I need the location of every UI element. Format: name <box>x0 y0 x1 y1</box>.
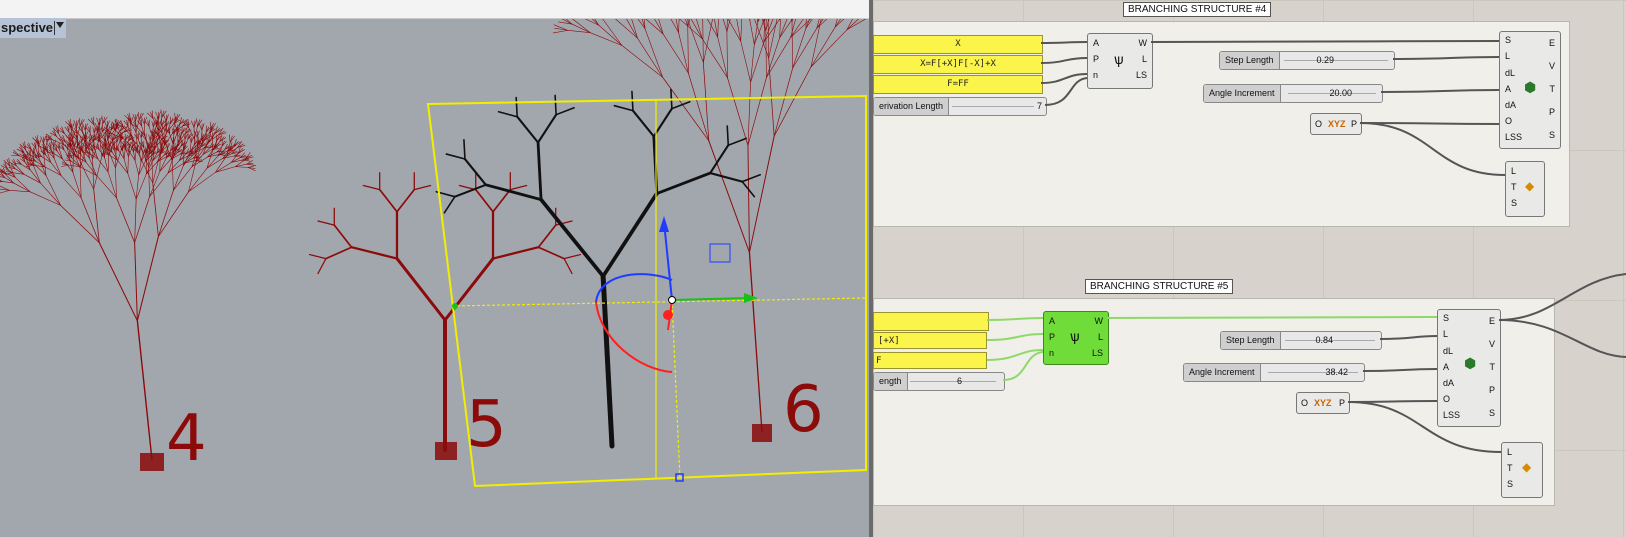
wire <box>1040 73 1088 84</box>
gumball-plane-handle <box>709 243 731 263</box>
gumball-y-handle <box>663 310 673 320</box>
wire <box>1040 41 1088 44</box>
tree-label-4: 4 <box>166 402 207 476</box>
chevron-down-icon[interactable] <box>56 22 64 28</box>
wire <box>1002 351 1044 381</box>
gumball-rotate-arc <box>595 273 673 303</box>
gumball-z-axis <box>663 221 673 301</box>
wire <box>1380 89 1500 93</box>
wire <box>1347 401 1502 453</box>
wire <box>1106 316 1438 319</box>
wire <box>1379 335 1438 340</box>
gumball-handle <box>452 303 458 309</box>
viewport-title-bar <box>0 0 869 19</box>
gumball-z-arrow <box>659 216 669 232</box>
wire <box>1498 319 1626 358</box>
tree-label-6: 6 <box>783 373 824 447</box>
gumball-axis <box>671 299 681 481</box>
wire <box>1392 56 1500 60</box>
tree-base-marker <box>140 453 164 471</box>
rhino-viewport[interactable]: spective 4 5 6 <box>0 0 869 537</box>
wires-layer <box>986 40 1626 453</box>
lsystem-tree-5[interactable] <box>308 172 582 452</box>
viewport-tab-perspective[interactable]: spective <box>0 18 66 38</box>
gumball-axis <box>451 297 867 307</box>
gumball-x-arrow <box>744 293 758 303</box>
wire <box>986 317 1044 321</box>
tree-base-marker <box>435 442 457 460</box>
wire <box>1362 368 1438 372</box>
lsystem-tree-6[interactable] <box>552 0 869 433</box>
tree-base-marker <box>752 424 772 442</box>
grasshopper-canvas[interactable]: BRANCHING STRUCTURE #4 X X=F[+X]F[-X]+X … <box>873 0 1626 537</box>
tab-separator <box>54 21 55 35</box>
gumball-center <box>668 296 676 304</box>
wire <box>1498 273 1626 321</box>
wire <box>1359 122 1506 176</box>
tree-label-5: 5 <box>466 388 507 462</box>
viewport-tab-label: spective <box>1 20 54 35</box>
wire <box>1150 40 1500 43</box>
viewport-scene[interactable] <box>0 0 869 537</box>
lsystem-tree-4[interactable] <box>0 109 257 461</box>
wire <box>986 333 1044 341</box>
wire <box>1040 57 1088 64</box>
gumball-x-axis <box>671 297 751 301</box>
